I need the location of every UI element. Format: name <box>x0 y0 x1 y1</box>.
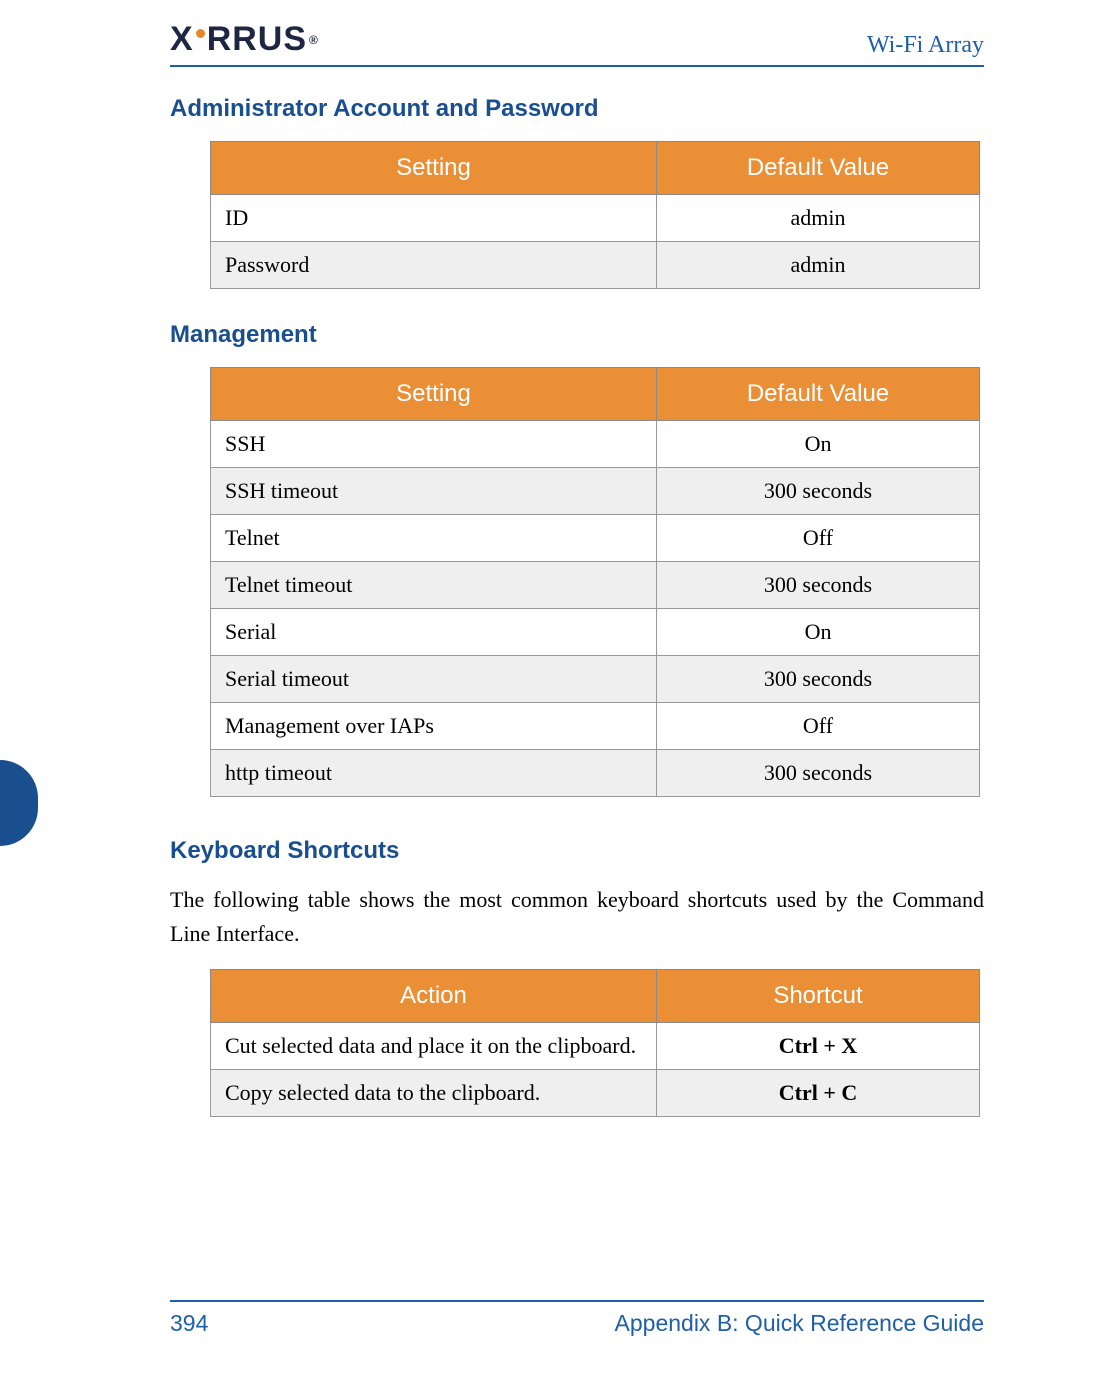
col-header-default-value: Default Value <box>657 142 980 195</box>
cell-setting: ID <box>211 195 657 242</box>
registered-mark-icon: ® <box>309 33 319 47</box>
logo-dot-icon <box>196 29 205 38</box>
cell-value: On <box>657 609 980 656</box>
col-header-shortcut: Shortcut <box>657 970 980 1023</box>
table-row: Serial timeout300 seconds <box>211 656 980 703</box>
table-keyboard-shortcuts: Action Shortcut Cut selected data and pl… <box>210 969 980 1117</box>
table-row: SSHOn <box>211 421 980 468</box>
table-row: Password admin <box>211 242 980 289</box>
table-row: Management over IAPsOff <box>211 703 980 750</box>
heading-management: Management <box>170 321 984 349</box>
table-row: SSH timeout300 seconds <box>211 468 980 515</box>
brand-logo: X RRUS® <box>170 20 319 59</box>
table-row: Telnet timeout300 seconds <box>211 562 980 609</box>
page: X RRUS® Wi-Fi Array Administrator Account… <box>0 0 1094 1381</box>
col-header-action: Action <box>211 970 657 1023</box>
cell-value: 300 seconds <box>657 750 980 797</box>
page-header: X RRUS® Wi-Fi Array <box>170 20 984 67</box>
cell-shortcut: Ctrl + C <box>657 1070 980 1117</box>
col-header-setting: Setting <box>211 368 657 421</box>
table-row: SerialOn <box>211 609 980 656</box>
table-management: Setting Default Value SSHOn SSH timeout3… <box>210 367 980 797</box>
shortcuts-intro-text: The following table shows the most commo… <box>170 883 984 951</box>
cell-shortcut: Ctrl + X <box>657 1023 980 1070</box>
logo-letters-rest: RRUS <box>207 20 307 59</box>
cell-value: On <box>657 421 980 468</box>
heading-admin-account: Administrator Account and Password <box>170 95 984 123</box>
footer-title: Appendix B: Quick Reference Guide <box>615 1310 984 1337</box>
cell-value: 300 seconds <box>657 656 980 703</box>
table-header-row: Action Shortcut <box>211 970 980 1023</box>
table-row: http timeout300 seconds <box>211 750 980 797</box>
cell-setting: Serial <box>211 609 657 656</box>
cell-value: Off <box>657 515 980 562</box>
cell-setting: Telnet timeout <box>211 562 657 609</box>
cell-action: Copy selected data to the clipboard. <box>211 1070 657 1117</box>
logo-letter-x: X <box>170 20 194 59</box>
col-header-default-value: Default Value <box>657 368 980 421</box>
cell-value: 300 seconds <box>657 562 980 609</box>
cell-value: Off <box>657 703 980 750</box>
cell-value: 300 seconds <box>657 468 980 515</box>
cell-value: admin <box>657 242 980 289</box>
product-name: Wi-Fi Array <box>867 32 984 59</box>
cell-value: admin <box>657 195 980 242</box>
table-header-row: Setting Default Value <box>211 368 980 421</box>
table-row: Cut selected data and place it on the cl… <box>211 1023 980 1070</box>
cell-setting: SSH timeout <box>211 468 657 515</box>
section-tab-marker <box>0 760 38 846</box>
table-row: TelnetOff <box>211 515 980 562</box>
cell-setting: Management over IAPs <box>211 703 657 750</box>
heading-keyboard-shortcuts: Keyboard Shortcuts <box>170 837 984 865</box>
cell-setting: SSH <box>211 421 657 468</box>
logo-text: X RRUS® <box>170 20 319 59</box>
cell-setting: Serial timeout <box>211 656 657 703</box>
cell-setting: Telnet <box>211 515 657 562</box>
table-row: ID admin <box>211 195 980 242</box>
table-row: Copy selected data to the clipboard. Ctr… <box>211 1070 980 1117</box>
col-header-setting: Setting <box>211 142 657 195</box>
cell-action: Cut selected data and place it on the cl… <box>211 1023 657 1070</box>
page-number: 394 <box>170 1310 208 1337</box>
cell-setting: Password <box>211 242 657 289</box>
table-admin-account: Setting Default Value ID admin Password … <box>210 141 980 289</box>
cell-setting: http timeout <box>211 750 657 797</box>
table-header-row: Setting Default Value <box>211 142 980 195</box>
page-footer: 394 Appendix B: Quick Reference Guide <box>170 1300 984 1337</box>
